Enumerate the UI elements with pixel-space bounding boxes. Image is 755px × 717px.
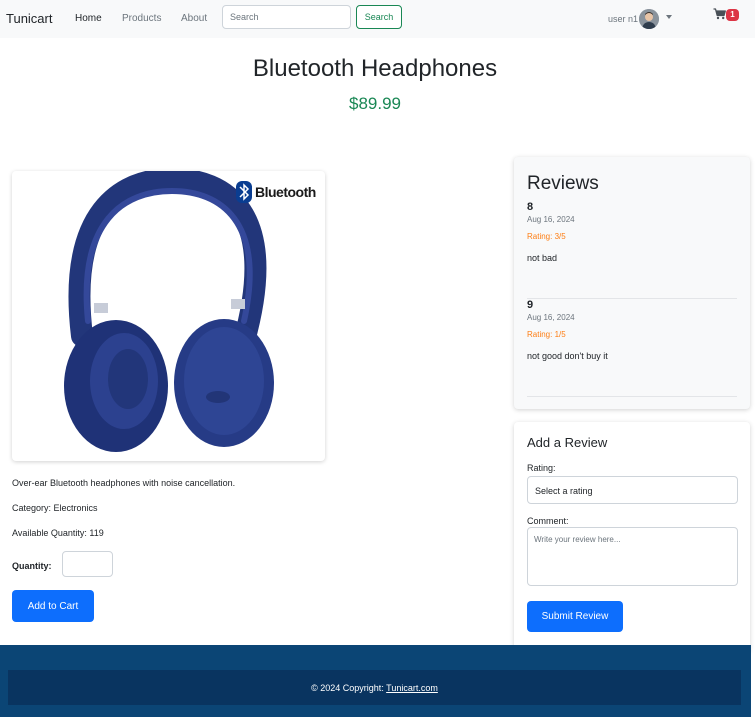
brand-link[interactable]: Tunicart (6, 11, 52, 26)
footer-site-link[interactable]: Tunicart.com (386, 683, 438, 693)
reviews-panel: Reviews 8 Aug 16, 2024 Rating: 3/5 not b… (514, 157, 750, 409)
search-button[interactable]: Search (356, 5, 402, 29)
product-title: Bluetooth Headphones (252, 55, 498, 82)
review-user: 8 (527, 201, 534, 213)
user-avatar (639, 9, 659, 29)
review-comment: not good don't buy it (527, 351, 608, 361)
submit-review-button[interactable]: Submit Review (527, 601, 623, 632)
comment-textarea[interactable] (527, 527, 738, 586)
nav-about-link[interactable]: About (181, 13, 207, 24)
navbar: Tunicart Home Products About Search user… (0, 0, 755, 38)
cart-icon (713, 8, 726, 20)
headphones-image (64, 171, 274, 452)
footer: © 2024 Copyright: Tunicart.com (0, 645, 751, 717)
bluetooth-icon (236, 181, 252, 203)
cart-button[interactable]: 1 (713, 8, 745, 24)
add-review-title: Add a Review (527, 435, 608, 450)
add-to-cart-button[interactable]: Add to Cart (12, 590, 94, 622)
review-rating: Rating: 1/5 (527, 330, 566, 339)
product-category: Category: Electronics (12, 503, 98, 513)
rating-label: Rating: (527, 463, 556, 473)
review-item: 8 Aug 16, 2024 Rating: 3/5 not bad (527, 201, 737, 299)
product-price: $89.99 (349, 94, 401, 113)
search-input[interactable] (222, 5, 351, 29)
product-image: Bluetooth (12, 171, 325, 461)
user-name: user n1 (608, 14, 639, 24)
review-date: Aug 16, 2024 (527, 215, 575, 224)
footer-copyright-bar: © 2024 Copyright: Tunicart.com (8, 670, 741, 705)
review-rating: Rating: 3/5 (527, 232, 566, 241)
rating-select[interactable]: Select a rating (527, 476, 738, 504)
footer-copyright-text: © 2024 Copyright: (311, 683, 387, 693)
quantity-label: Quantity: (12, 561, 52, 571)
review-user: 9 (527, 299, 534, 311)
rating-select-value: Select a rating (535, 486, 593, 496)
add-review-form: Add a Review Rating: Select a rating Com… (514, 422, 750, 652)
product-available-quantity: Available Quantity: 119 (12, 528, 104, 538)
quantity-input[interactable] (62, 551, 113, 577)
review-comment: not bad (527, 253, 558, 263)
review-date: Aug 16, 2024 (527, 313, 575, 322)
footer-copyright: © 2024 Copyright: Tunicart.com (8, 683, 741, 693)
review-item: 9 Aug 16, 2024 Rating: 1/5 not good don'… (527, 299, 737, 397)
nav-home-link[interactable]: Home (75, 13, 102, 24)
nav-products-link[interactable]: Products (122, 13, 161, 24)
comment-label: Comment: (527, 516, 569, 526)
bluetooth-logo-text: Bluetooth (255, 184, 316, 200)
reviews-title: Reviews (527, 173, 599, 194)
product-description: Over-ear Bluetooth headphones with noise… (12, 478, 236, 488)
chevron-down-icon (666, 15, 672, 19)
cart-count-badge: 1 (726, 9, 739, 21)
